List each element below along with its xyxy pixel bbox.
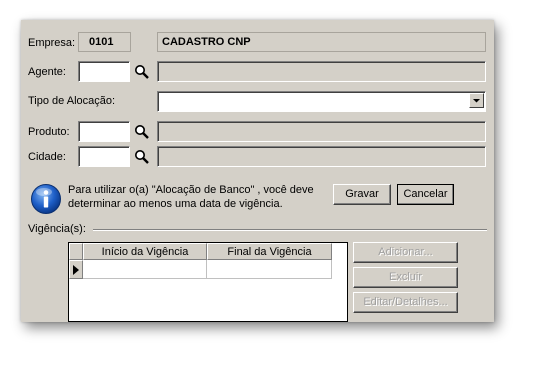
empresa-label: Empresa: bbox=[28, 37, 76, 49]
produto-magnifier-icon[interactable] bbox=[134, 124, 150, 140]
table-cell-inicio[interactable] bbox=[83, 260, 207, 279]
produto-label: Produto: bbox=[28, 126, 70, 138]
vigencias-label: Vigência(s): bbox=[28, 223, 86, 235]
agente-magnifier-icon[interactable] bbox=[134, 64, 150, 80]
cidade-label: Cidade: bbox=[28, 151, 66, 163]
chevron-down-icon bbox=[473, 99, 480, 103]
vigencias-group-line bbox=[93, 229, 487, 231]
cidade-code-input[interactable] bbox=[78, 146, 130, 167]
tipo-alocacao-label: Tipo de Alocação: bbox=[28, 95, 116, 107]
agente-description-field bbox=[157, 61, 486, 82]
empresa-name-field: CADASTRO CNP bbox=[157, 32, 486, 52]
column-header-final[interactable]: Final da Vigência bbox=[207, 243, 332, 260]
tipo-alocacao-dropdown-button[interactable] bbox=[469, 93, 484, 108]
info-icon bbox=[31, 184, 61, 214]
empresa-code-field: 0101 bbox=[78, 32, 131, 52]
column-header-inicio[interactable]: Início da Vigência bbox=[83, 243, 207, 260]
produto-description-field bbox=[157, 121, 486, 142]
tipo-alocacao-selected bbox=[158, 94, 161, 106]
empresa-code-value: 0101 bbox=[89, 36, 114, 48]
editar-detalhes-button[interactable]: Editar/Detalhes... bbox=[353, 292, 458, 313]
cancelar-button[interactable]: Cancelar bbox=[397, 184, 454, 205]
grid-corner-header bbox=[69, 243, 83, 260]
excluir-button[interactable]: Excluir bbox=[353, 267, 458, 288]
table-cell-final[interactable] bbox=[207, 260, 332, 279]
column-header-inicio-label: Início da Vigência bbox=[101, 246, 189, 258]
gravar-button[interactable]: Gravar bbox=[333, 184, 391, 205]
tipo-alocacao-select[interactable] bbox=[157, 91, 486, 112]
info-message-line2: determinar ao menos uma data de vigência… bbox=[68, 198, 283, 210]
cidade-description-field bbox=[157, 146, 486, 167]
agente-label: Agente: bbox=[28, 66, 66, 78]
vigencias-grid[interactable]: Início da Vigência Final da Vigência bbox=[68, 242, 348, 322]
empresa-name-value: CADASTRO CNP bbox=[162, 36, 251, 48]
row-indicator-icon bbox=[73, 265, 79, 275]
column-header-final-label: Final da Vigência bbox=[227, 246, 312, 258]
agente-code-input[interactable] bbox=[78, 61, 130, 82]
adicionar-button[interactable]: Adicionar... bbox=[353, 242, 458, 263]
cidade-magnifier-icon[interactable] bbox=[134, 149, 150, 165]
vigencia-dialog: Empresa: 0101 CADASTRO CNP Agente: Tipo … bbox=[21, 20, 494, 322]
row-indicator[interactable] bbox=[69, 260, 83, 279]
info-message-line1: Para utilizar o(a) "Alocação de Banco" ,… bbox=[68, 184, 314, 196]
produto-code-input[interactable] bbox=[78, 121, 130, 142]
